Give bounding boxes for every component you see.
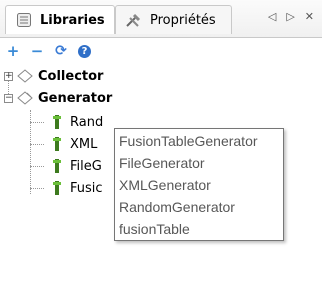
autocomplete-tooltip: FusionTableGenerator FileGenerator XMLGe… (114, 128, 284, 241)
tree-node-label: Generator (38, 90, 113, 106)
tab-underline (0, 37, 322, 38)
tree-leaf-label: XML (70, 136, 98, 152)
tree-line (30, 122, 44, 123)
tab-prev-button[interactable]: ◁ (268, 10, 276, 23)
tooltip-item[interactable]: FusionTableGenerator (119, 130, 279, 152)
tree-leaf-label: Fusic (70, 180, 103, 196)
tools-icon (124, 11, 144, 29)
tab-proprietes[interactable]: Propriétés (115, 5, 232, 34)
refresh-button[interactable]: ⟳ (54, 44, 68, 58)
remove-button[interactable]: − (30, 44, 44, 59)
expand-icon[interactable]: + (4, 71, 13, 81)
tab-close-button[interactable]: ✕ (305, 10, 314, 23)
tooltip-item[interactable]: fusionTable (119, 218, 279, 240)
tree-leaf[interactable]: Fusic (48, 178, 103, 198)
tree-leaf-label: FileG (70, 158, 102, 174)
tree-line (30, 144, 44, 145)
generator-icon (48, 136, 66, 152)
tooltip-item[interactable]: RandomGenerator (119, 196, 279, 218)
tree-node-collector[interactable]: + Collector (4, 66, 103, 86)
tree-node-label: Collector (38, 68, 104, 84)
tree-line (30, 166, 44, 167)
diamond-open-icon (16, 90, 34, 106)
diamond-icon (16, 68, 34, 84)
tree-leaf[interactable]: FileG (48, 156, 102, 176)
tree-line (30, 188, 44, 189)
generator-icon (48, 158, 66, 174)
tooltip-item[interactable]: FileGenerator (119, 152, 279, 174)
tab-next-button[interactable]: ▷ (286, 10, 294, 23)
tree-node-generator[interactable]: − Generator (4, 88, 112, 108)
generator-icon (48, 180, 66, 196)
tab-controls: ◁ ▷ ✕ (268, 10, 314, 23)
library-icon (14, 11, 34, 29)
generator-icon (48, 114, 66, 130)
tooltip-item[interactable]: XMLGenerator (119, 174, 279, 196)
tab-proprietes-label: Propriétés (150, 12, 216, 28)
tree-leaf[interactable]: Rand (48, 112, 103, 132)
toolbar: + − ⟳ ? (0, 40, 322, 62)
add-button[interactable]: + (6, 44, 20, 59)
tab-bar: Libraries Propriétés ◁ ▷ ✕ (0, 0, 322, 38)
help-button[interactable]: ? (78, 44, 91, 58)
tree-leaf-label: Rand (70, 114, 104, 130)
collapse-icon[interactable]: − (4, 93, 13, 103)
tab-libraries-label: Libraries (40, 12, 105, 28)
tree-leaf[interactable]: XML (48, 134, 97, 154)
tab-libraries[interactable]: Libraries (5, 5, 115, 34)
